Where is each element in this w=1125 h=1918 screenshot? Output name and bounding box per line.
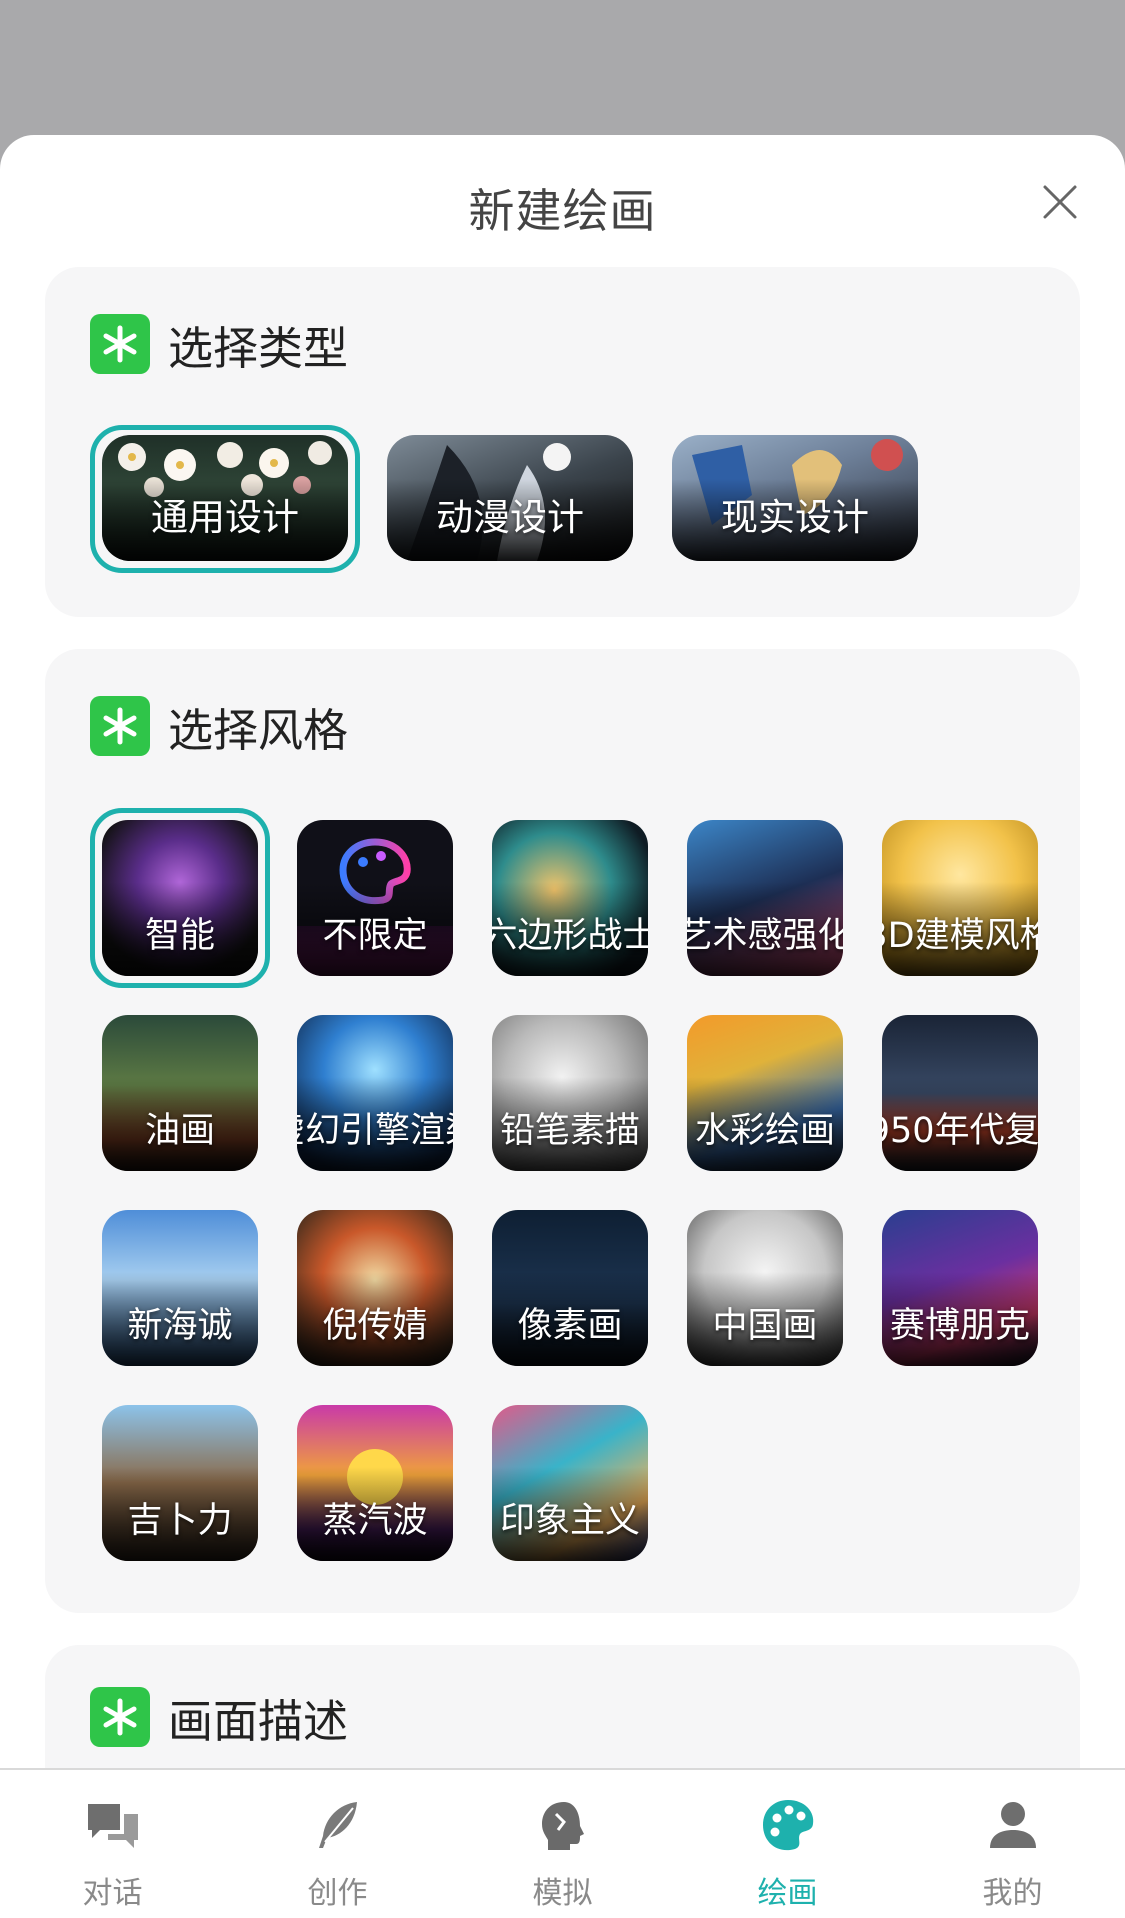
style-option-label: 倪传婧 bbox=[322, 1306, 428, 1346]
style-option-label: 虚幻引擎渲染 bbox=[297, 1111, 453, 1151]
type-option-label: 现实设计 bbox=[721, 496, 869, 539]
style-option-label: 六边形战士 bbox=[492, 916, 648, 956]
type-option-general[interactable]: 通用设计 bbox=[102, 435, 348, 561]
sheet-title: 新建绘画 bbox=[468, 184, 657, 238]
type-option-anime[interactable]: 动漫设计 bbox=[387, 435, 633, 561]
tab-label: 模拟 bbox=[532, 1876, 593, 1911]
style-section: 选择风格 智能 不限定 六边形战士 艺术感强化 3 bbox=[45, 649, 1080, 1613]
tab-label: 绘画 bbox=[757, 1876, 818, 1911]
type-section-header: 选择类型 bbox=[90, 312, 348, 376]
style-option-unlimited[interactable]: 不限定 bbox=[297, 820, 453, 976]
description-section-title: 画面描述 bbox=[168, 1694, 349, 1748]
style-option-label: 蒸汽波 bbox=[322, 1501, 428, 1541]
close-icon bbox=[1043, 185, 1077, 219]
style-option-ni-chuanjing[interactable]: 倪传婧 bbox=[297, 1210, 453, 1366]
style-option-watercolor[interactable]: 水彩绘画 bbox=[687, 1015, 843, 1171]
style-option-3d-model[interactable]: 3D建模风格 bbox=[882, 820, 1038, 976]
type-section: 选择类型 通用设计 动漫设计 现实设计 bbox=[45, 267, 1080, 617]
tab-label: 对话 bbox=[82, 1876, 143, 1911]
style-option-1950s-retro[interactable]: 1950年代复古 bbox=[882, 1015, 1038, 1171]
style-option-label: 智能 bbox=[144, 916, 215, 956]
type-option-label: 动漫设计 bbox=[436, 496, 584, 539]
description-section-header: 画面描述 bbox=[90, 1685, 348, 1749]
style-option-cyberpunk[interactable]: 赛博朋克 bbox=[882, 1210, 1038, 1366]
style-option-label: 铅笔素描 bbox=[499, 1111, 640, 1151]
style-option-oil-painting[interactable]: 油画 bbox=[102, 1015, 258, 1171]
style-option-impressionism[interactable]: 印象主义 bbox=[492, 1405, 648, 1561]
type-option-label: 通用设计 bbox=[151, 496, 299, 539]
style-option-label: 3D建模风格 bbox=[882, 916, 1038, 956]
person-icon bbox=[989, 1802, 1036, 1848]
tab-label: 创作 bbox=[307, 1876, 368, 1911]
asterisk-badge-icon bbox=[90, 1687, 150, 1747]
tab-label: 我的 bbox=[982, 1876, 1043, 1911]
style-option-artistic[interactable]: 艺术感强化 bbox=[687, 820, 843, 976]
tab-chat[interactable]: 对话 bbox=[0, 1770, 225, 1918]
style-section-title: 选择风格 bbox=[168, 703, 349, 757]
feather-icon bbox=[318, 1802, 357, 1848]
asterisk-badge-icon bbox=[90, 696, 150, 756]
type-option-realistic[interactable]: 现实设计 bbox=[672, 435, 918, 561]
type-section-title: 选择类型 bbox=[168, 321, 349, 375]
style-option-ghibli[interactable]: 吉卜力 bbox=[102, 1405, 258, 1561]
style-option-makoto-shinkai[interactable]: 新海诚 bbox=[102, 1210, 258, 1366]
style-option-label: 印象主义 bbox=[499, 1501, 640, 1541]
chat-bubbles-icon bbox=[87, 1804, 138, 1848]
asterisk-badge-icon bbox=[90, 314, 150, 374]
style-option-pixel-art[interactable]: 像素画 bbox=[492, 1210, 648, 1366]
style-option-chinese-painting[interactable]: 中国画 bbox=[687, 1210, 843, 1366]
palette-icon bbox=[762, 1800, 813, 1851]
style-option-smart[interactable]: 智能 bbox=[102, 820, 258, 976]
style-option-label: 赛博朋克 bbox=[889, 1306, 1030, 1346]
tab-simulate[interactable]: 模拟 bbox=[450, 1770, 675, 1918]
style-option-hexagon-warrior[interactable]: 六边形战士 bbox=[492, 820, 648, 976]
style-option-label: 不限定 bbox=[322, 916, 428, 956]
style-option-label: 像素画 bbox=[517, 1306, 623, 1346]
new-painting-sheet: 新建绘画 选择类型 通用设计 动漫设计 现实设计 选择风格 智能 不限定 六边形… bbox=[0, 135, 1125, 1916]
close-button[interactable] bbox=[1035, 177, 1085, 227]
tab-mine[interactable]: 我的 bbox=[900, 1770, 1125, 1918]
style-option-vaporwave[interactable]: 蒸汽波 bbox=[297, 1405, 453, 1561]
style-option-label: 新海诚 bbox=[127, 1306, 233, 1346]
style-option-label: 油画 bbox=[144, 1111, 215, 1151]
bottom-tab-bar: 对话 创作 模拟 绘画 我的 bbox=[0, 1768, 1125, 1918]
style-option-label: 水彩绘画 bbox=[694, 1111, 835, 1151]
style-option-label: 吉卜力 bbox=[127, 1501, 233, 1541]
head-profile-icon bbox=[541, 1802, 584, 1850]
style-option-label: 1950年代复古 bbox=[882, 1111, 1038, 1151]
style-option-unreal-engine[interactable]: 虚幻引擎渲染 bbox=[297, 1015, 453, 1171]
tab-paint[interactable]: 绘画 bbox=[675, 1770, 900, 1918]
style-option-label: 艺术感强化 bbox=[687, 916, 843, 956]
style-option-label: 中国画 bbox=[712, 1306, 818, 1346]
style-option-pencil-sketch[interactable]: 铅笔素描 bbox=[492, 1015, 648, 1171]
style-section-header: 选择风格 bbox=[90, 694, 348, 758]
tab-create[interactable]: 创作 bbox=[225, 1770, 450, 1918]
